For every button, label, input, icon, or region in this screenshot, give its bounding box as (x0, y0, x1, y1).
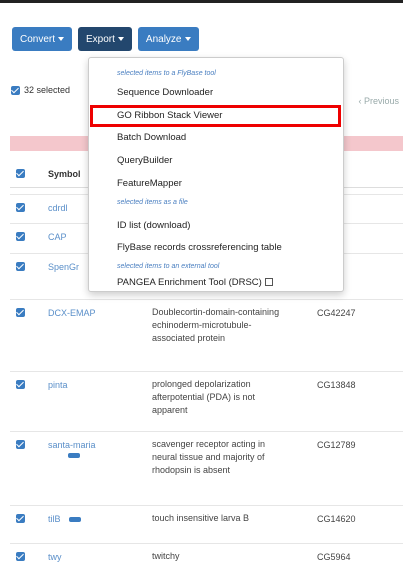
table-row: tilB touch insensitive larva B CG14620 (10, 505, 403, 544)
table-row: santa-maria scavenger receptor acting in… (10, 431, 403, 506)
menu-item-id-list[interactable]: ID list (download) (117, 220, 190, 231)
symbol-link[interactable]: tilB (48, 514, 82, 524)
top-border (0, 0, 403, 3)
convert-button-label: Convert (20, 33, 56, 45)
row-checkbox[interactable] (16, 552, 25, 561)
chevron-left-icon: ‹ (358, 96, 362, 106)
chevron-down-icon (184, 37, 191, 41)
menu-item-sequence-downloader[interactable]: Sequence Downloader (117, 87, 213, 98)
row-checkbox[interactable] (16, 262, 25, 271)
menu-section-header: selected items as a file (117, 199, 188, 206)
row-checkbox[interactable] (16, 514, 25, 523)
symbol-text: tilB (48, 514, 61, 524)
menu-item-xref-table[interactable]: FlyBase records crossreferencing table (117, 242, 282, 253)
menu-item-pangea[interactable]: PANGEA Enrichment Tool (DRSC) (117, 277, 273, 288)
symbol-link[interactable]: DCX-EMAP (48, 308, 96, 318)
highlight-box (90, 105, 341, 127)
symbol-link[interactable]: twy (48, 552, 62, 562)
menu-section-header: selected items to a FlyBase tool (117, 70, 216, 77)
toolbar: Convert Export Analyze (12, 27, 199, 51)
status-badge (69, 517, 82, 523)
external-link-icon (264, 278, 273, 286)
select-all-checkbox[interactable] (11, 85, 20, 95)
selection-count: 32 selected (24, 85, 71, 95)
analyze-button-label: Analyze (145, 33, 182, 45)
annotation-id: CG13848 (317, 380, 356, 390)
annotation-id: CG12789 (317, 440, 356, 450)
menu-section-header: selected items to an external tool (117, 263, 220, 270)
menu-item-featuremapper[interactable]: FeatureMapper (117, 178, 182, 189)
column-header-symbol[interactable]: Symbol (48, 169, 81, 179)
table-row: twy twitchy CG5964 (10, 543, 403, 587)
chevron-down-icon (117, 37, 124, 41)
row-checkbox[interactable] (16, 440, 25, 449)
row-checkbox[interactable] (16, 232, 25, 241)
annotation-id: CG14620 (317, 514, 356, 524)
selection-status: 32 selected (11, 85, 70, 95)
analyze-button[interactable]: Analyze (137, 27, 199, 51)
symbol-link[interactable]: CAP (48, 232, 67, 242)
gene-name: Doublecortin-domain-containing echinoder… (152, 307, 280, 343)
row-checkbox[interactable] (16, 308, 25, 317)
previous-label: Previous (363, 96, 399, 106)
status-badge (68, 453, 80, 459)
chevron-down-icon (58, 37, 65, 41)
gene-name: touch insensitive larva B (152, 513, 250, 523)
convert-button[interactable]: Convert (12, 27, 73, 51)
table-row: pinta prolonged depolarization afterpote… (10, 371, 403, 432)
symbol-text: santa-maria (48, 440, 96, 450)
annotation-id: CG5964 (317, 552, 351, 562)
gene-name: scavenger receptor acting in neural tiss… (152, 439, 266, 475)
row-checkbox[interactable] (16, 203, 25, 212)
gene-name: twitchy (152, 551, 180, 561)
table-row: DCX-EMAP Doublecortin-domain-containing … (10, 299, 403, 372)
menu-item-batch-download[interactable]: Batch Download (117, 132, 186, 143)
header-checkbox[interactable] (16, 169, 25, 178)
symbol-link[interactable]: SpenGr (48, 262, 79, 272)
annotation-id: CG42247 (317, 308, 356, 318)
gene-name: prolonged depolarization afterpotential … (152, 379, 256, 415)
symbol-link[interactable]: pinta (48, 380, 68, 390)
symbol-link[interactable]: cdrdl (48, 203, 68, 213)
row-checkbox[interactable] (16, 380, 25, 389)
menu-item-querybuilder[interactable]: QueryBuilder (117, 155, 172, 166)
export-button[interactable]: Export (78, 27, 132, 51)
menu-item-pangea-label: PANGEA Enrichment Tool (DRSC) (117, 277, 262, 288)
export-dropdown-menu: selected items to a FlyBase tool Sequenc… (88, 57, 344, 292)
export-button-label: Export (86, 33, 115, 45)
symbol-link[interactable]: santa-maria (48, 440, 96, 460)
previous-page-link[interactable]: ‹ Previous (358, 96, 399, 106)
